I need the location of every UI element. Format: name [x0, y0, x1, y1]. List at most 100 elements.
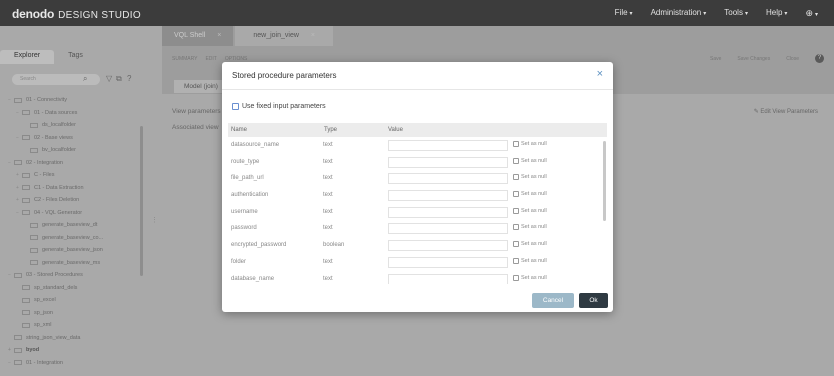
close-icon[interactable]: ×	[597, 68, 603, 80]
set-as-null-checkbox[interactable]	[513, 191, 519, 198]
set-as-null-checkbox-row[interactable]: Set as null	[513, 141, 547, 147]
set-as-null-checkbox[interactable]	[513, 174, 519, 181]
set-as-null-checkbox[interactable]	[513, 241, 519, 248]
folder-icon	[22, 285, 30, 291]
menu-file-label: File	[614, 8, 628, 17]
tree-item[interactable]: −01 - Integration	[8, 357, 138, 370]
set-as-null-checkbox[interactable]	[513, 141, 519, 147]
parameter-value-input[interactable]	[388, 240, 508, 252]
subtab-edit[interactable]: EDIT	[205, 56, 216, 62]
parameter-value-input[interactable]	[388, 206, 508, 218]
menu-administration[interactable]: Administration ▾	[651, 8, 707, 19]
tab-vql-shell[interactable]: VQL Shell ×	[162, 26, 234, 46]
tree-item[interactable]: generate_baseview_dt	[8, 219, 138, 232]
tree-item[interactable]: −04 - VQL Generator	[8, 207, 138, 220]
set-as-null-checkbox[interactable]	[513, 224, 519, 231]
tree-item[interactable]: string_json_view_data	[8, 332, 138, 345]
tree-item[interactable]: sp_xml	[8, 319, 138, 332]
tag-icon[interactable]: ⧉	[116, 74, 122, 84]
panel-splitter-handle[interactable]: ⋮	[151, 216, 158, 224]
parameter-value-input[interactable]	[388, 190, 508, 202]
user-menu-button[interactable]: ⊕ ▾	[805, 8, 818, 19]
main-menu: File ▾ Administration ▾ Tools ▾ Help ▾ ⊕ ▾	[615, 8, 818, 19]
parameter-row: folder text Set as null	[228, 254, 600, 271]
parameter-name: encrypted_password	[231, 242, 287, 249]
set-as-null-checkbox[interactable]	[513, 257, 519, 264]
tree-item-label: 02 - Base views	[34, 134, 73, 141]
tree-item[interactable]: + C - Files	[8, 169, 138, 182]
tree-item-label: C - Files	[34, 172, 55, 178]
menu-help[interactable]: Help ▾	[766, 8, 787, 19]
tree-item[interactable]: sp_standard_dels	[8, 282, 138, 295]
help-icon[interactable]: ?	[815, 54, 824, 63]
menu-file[interactable]: File ▾	[615, 8, 633, 19]
tree-item[interactable]: generate_baseview_json	[8, 244, 138, 257]
parameter-value-input[interactable]	[388, 256, 508, 268]
use-fixed-input-checkbox-row[interactable]: Use fixed input parameters	[232, 103, 326, 110]
set-as-null-checkbox-row[interactable]: Set as null	[513, 241, 547, 248]
close-button[interactable]: Close	[786, 56, 799, 62]
menu-tools[interactable]: Tools ▾	[724, 8, 748, 19]
set-as-null-checkbox-row[interactable]: Set as null	[513, 257, 547, 264]
parameter-value-input[interactable]	[388, 156, 508, 168]
tab-new-join-view[interactable]: new_join_view ×	[235, 26, 333, 46]
set-as-null-label: Set as null	[521, 224, 547, 231]
tree-item[interactable]: generate_baseview_co...	[8, 232, 138, 245]
tab-tags[interactable]: Tags	[54, 50, 97, 64]
tree-item[interactable]: bv_localfolder	[8, 144, 138, 157]
parameter-value-input[interactable]	[388, 173, 508, 185]
close-icon[interactable]: ×	[217, 26, 221, 46]
parameter-value-input[interactable]	[388, 273, 508, 284]
subtab-summary[interactable]: SUMMARY	[172, 56, 197, 62]
tree-item[interactable]: −01 - Data sources	[8, 107, 138, 120]
parameter-value-input[interactable]	[388, 223, 508, 235]
set-as-null-label: Set as null	[521, 274, 547, 281]
set-as-null-checkbox-row[interactable]: Set as null	[513, 174, 547, 181]
tree-item-label: sp_xml	[34, 322, 52, 328]
tree-item[interactable]: −01 - Connectivity	[8, 94, 138, 107]
set-as-null-checkbox[interactable]	[513, 207, 519, 214]
tab-model[interactable]: Model (join)	[174, 80, 228, 93]
tree-item[interactable]: −02 - Integration	[8, 157, 138, 170]
close-icon[interactable]: ×	[311, 26, 315, 46]
tree-item[interactable]: −03 - Stored Procedures	[8, 269, 138, 282]
column-header-name: Name	[231, 127, 248, 133]
tree-item[interactable]: + byod	[8, 344, 138, 357]
grid-scrollbar[interactable]	[603, 141, 606, 221]
set-as-null-checkbox[interactable]	[513, 157, 519, 164]
ok-button[interactable]: Ok	[579, 293, 608, 308]
tree-scrollbar[interactable]	[140, 126, 143, 276]
filter-icon[interactable]: ▽	[106, 74, 112, 83]
folder-icon	[30, 260, 38, 266]
set-as-null-checkbox-row[interactable]: Set as null	[513, 207, 547, 214]
help-icon[interactable]: ?	[127, 74, 131, 83]
cancel-button[interactable]: Cancel	[532, 293, 574, 308]
edit-view-parameters-link[interactable]: ✎ Edit View Parameters	[754, 108, 818, 115]
set-as-null-checkbox[interactable]	[513, 274, 519, 281]
use-fixed-input-checkbox[interactable]	[232, 103, 239, 110]
set-as-null-checkbox-row[interactable]: Set as null	[513, 224, 547, 231]
tree-item[interactable]: generate_baseview_ms	[8, 257, 138, 270]
edit-icon: ✎	[753, 109, 759, 115]
parameter-value-input[interactable]	[388, 140, 508, 151]
folder-icon	[30, 122, 38, 128]
search-icon[interactable]: ⌕	[83, 74, 87, 84]
tree-item[interactable]: + C2 - Files Deletion	[8, 194, 138, 207]
set-as-null-checkbox-row[interactable]: Set as null	[513, 191, 547, 198]
parameter-row: database_name text Set as null	[228, 271, 600, 284]
tab-explorer[interactable]: Explorer	[0, 50, 55, 64]
tab-new-join-view-label: new_join_view	[253, 32, 299, 39]
tree-item[interactable]: ds_localfolder	[8, 119, 138, 132]
set-as-null-checkbox-row[interactable]: Set as null	[513, 157, 547, 164]
tree-item-label: string_json_view_data	[26, 334, 81, 341]
tree-item[interactable]: sp_json	[8, 307, 138, 320]
set-as-null-checkbox-row[interactable]: Set as null	[513, 274, 547, 281]
tree-item[interactable]: + C1 - Data Extraction	[8, 182, 138, 195]
parameter-type: text	[323, 192, 333, 199]
tree-item[interactable]: sp_excel	[8, 294, 138, 307]
save-button[interactable]: Save	[710, 56, 721, 62]
tree-item-label: byod	[26, 347, 40, 353]
save-changes-button[interactable]: Save Changes	[737, 56, 770, 62]
parameter-type: text	[323, 225, 333, 232]
tree-item[interactable]: −02 - Base views	[8, 132, 138, 145]
